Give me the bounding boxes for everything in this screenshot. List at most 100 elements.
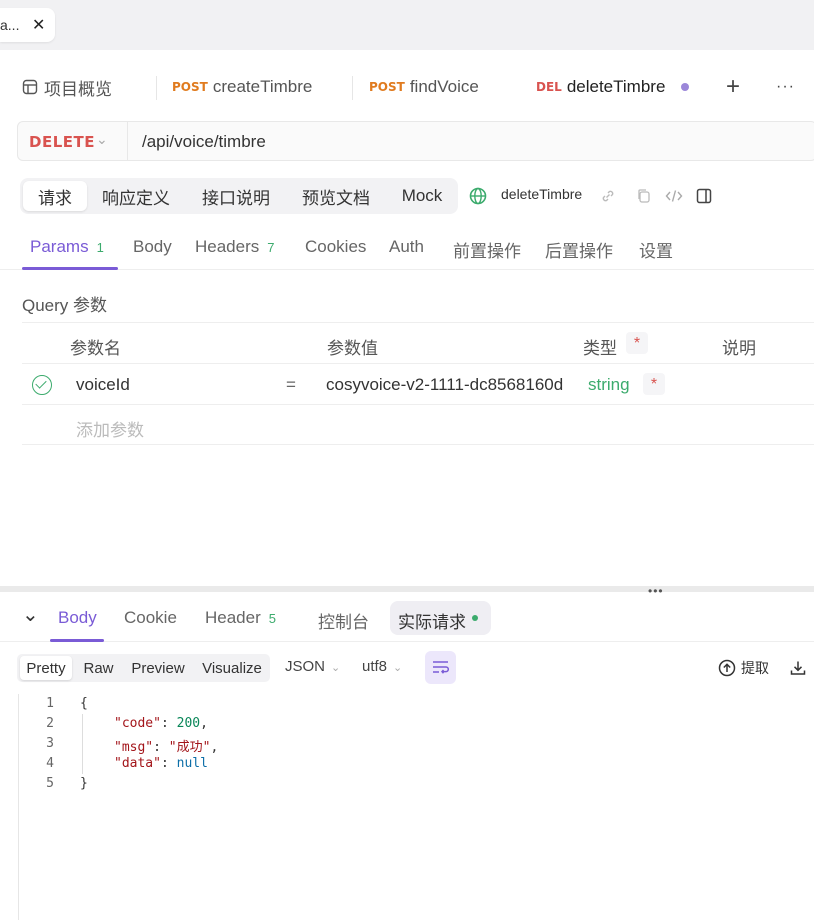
json-comma: , (210, 740, 219, 755)
status-dot-icon (472, 615, 478, 622)
segment-response-def[interactable]: 响应定义 (90, 181, 182, 211)
indent-guide (82, 714, 83, 774)
mode-preview[interactable]: Preview (125, 656, 191, 680)
request-segment-control: 请求 响应定义 接口说明 预览文档 Mock (20, 178, 458, 214)
tab-actual-request[interactable]: 实际请求 (398, 608, 478, 633)
extract-button[interactable]: 提取 (741, 658, 769, 678)
tab-label: deleteTimbre (566, 77, 666, 96)
tab-post-ops[interactable]: 后置操作 (545, 237, 613, 262)
view-mode-group: Pretty Raw Preview Visualize (17, 654, 270, 682)
json-key: "msg" (114, 740, 154, 755)
active-tab-indicator (22, 267, 118, 270)
method-select[interactable]: DELETE (29, 133, 95, 151)
api-tab-bar: 项目概览 POST createTimbre POST findVoice DE… (0, 62, 814, 112)
encoding-select[interactable]: utf8 ⌄ (362, 658, 402, 675)
overview-icon (22, 79, 38, 95)
count-badge: 1 (96, 240, 104, 255)
tab-label: createTimbre (212, 77, 313, 96)
method-badge: POST (369, 80, 405, 94)
mode-raw[interactable]: Raw (77, 656, 120, 680)
required-marker: * (626, 332, 648, 354)
tab-divider (156, 76, 157, 100)
code-line: { (80, 696, 88, 711)
tab-label: Params (30, 237, 89, 256)
add-tab-button[interactable]: + (726, 62, 740, 112)
copy-icon[interactable] (636, 188, 652, 204)
json-colon: : (153, 740, 169, 755)
close-icon[interactable]: ✕ (32, 15, 45, 35)
param-name-field[interactable]: voiceId (76, 375, 130, 395)
segment-request[interactable]: 请求 (23, 181, 87, 211)
url-input[interactable]: /api/voice/timbre (142, 132, 266, 152)
tab-find-voice[interactable]: POST findVoice (369, 62, 479, 112)
browser-tab-strip: a... ✕ (0, 0, 814, 50)
collapse-chevron-icon[interactable]: ⌄ (22, 602, 39, 627)
code-line: } (80, 776, 88, 791)
code-line: "code": 200, (114, 716, 208, 731)
tab-label: Headers (195, 237, 260, 256)
tab-headers[interactable]: Headers 7 (195, 237, 275, 257)
line-number: 3 (46, 736, 54, 751)
count-badge: 5 (268, 611, 276, 626)
check-circle-icon[interactable] (32, 375, 52, 395)
method-badge: DEL (536, 80, 562, 94)
line-number: 4 (46, 756, 54, 771)
url-bar: DELETE ⌄ /api/voice/timbre (17, 121, 814, 161)
param-type-select[interactable]: string (588, 375, 630, 395)
chevron-down-icon[interactable]: ⌄ (96, 131, 108, 148)
tab-console[interactable]: 控制台 (318, 608, 369, 633)
tab-response-body[interactable]: Body (58, 608, 97, 628)
param-value-field[interactable]: cosyvoice-v2-1111-dc8568160d (326, 375, 563, 395)
tab-project-overview[interactable]: 项目概览 (22, 62, 112, 112)
mode-pretty[interactable]: Pretty (20, 656, 72, 680)
link-icon[interactable] (600, 188, 616, 204)
tab-response-cookie[interactable]: Cookie (124, 608, 177, 628)
tab-label: 实际请求 (398, 613, 466, 632)
extract-icon[interactable] (718, 659, 736, 677)
download-icon[interactable] (790, 660, 806, 676)
line-number: 2 (46, 716, 54, 731)
chevron-down-icon: ⌄ (331, 662, 341, 674)
encoding-value: utf8 (362, 658, 388, 675)
active-tab-indicator (50, 639, 104, 642)
tab-settings[interactable]: 设置 (639, 237, 673, 262)
word-wrap-button[interactable] (425, 651, 456, 684)
tab-cookies[interactable]: Cookies (305, 237, 366, 257)
method-badge: POST (172, 80, 208, 94)
json-comma: , (200, 716, 208, 731)
json-value: "成功" (168, 740, 211, 755)
column-header-desc: 说明 (722, 339, 756, 358)
segment-api-doc[interactable]: 接口说明 (190, 181, 282, 211)
globe-icon[interactable] (469, 187, 487, 205)
json-colon: : (160, 716, 177, 731)
add-param-placeholder[interactable]: 添加参数 (76, 416, 144, 441)
segment-preview-doc[interactable]: 预览文档 (290, 181, 382, 211)
line-number: 5 (46, 776, 54, 791)
code-line: "msg": "成功", (114, 736, 218, 755)
tab-response-header[interactable]: Header 5 (205, 608, 276, 628)
language-value: JSON (285, 658, 326, 675)
side-panel-icon[interactable] (696, 188, 712, 204)
language-select[interactable]: JSON ⌄ (285, 658, 340, 675)
response-tab-bar: ⌄ Body Cookie Header 5 控制台 实际请求 (0, 596, 814, 642)
browser-tab[interactable]: a... ✕ (0, 8, 55, 42)
tab-pre-ops[interactable]: 前置操作 (453, 237, 521, 262)
equals-sign: = (286, 375, 296, 394)
line-number: 1 (46, 696, 54, 711)
more-icon[interactable]: ··· (776, 62, 795, 112)
tab-auth[interactable]: Auth (389, 237, 424, 257)
tab-delete-timbre[interactable]: DEL deleteTimbre (522, 62, 710, 112)
code-line: "data": null (114, 756, 208, 771)
query-section-label: Query 参数 (22, 296, 108, 315)
tab-params[interactable]: Params 1 (30, 237, 104, 257)
code-icon[interactable] (665, 188, 683, 204)
column-header-value: 参数值 (327, 339, 378, 358)
json-value: 200 (176, 716, 201, 731)
table-header-row: 参数名 参数值 类型 * 说明 (22, 322, 814, 363)
mode-visualize[interactable]: Visualize (197, 656, 267, 680)
panel-resizer[interactable] (0, 586, 814, 592)
tab-create-timbre[interactable]: POST createTimbre (172, 62, 312, 112)
segment-mock[interactable]: Mock (388, 181, 456, 211)
tab-label: findVoice (409, 77, 479, 96)
tab-body[interactable]: Body (133, 237, 172, 257)
